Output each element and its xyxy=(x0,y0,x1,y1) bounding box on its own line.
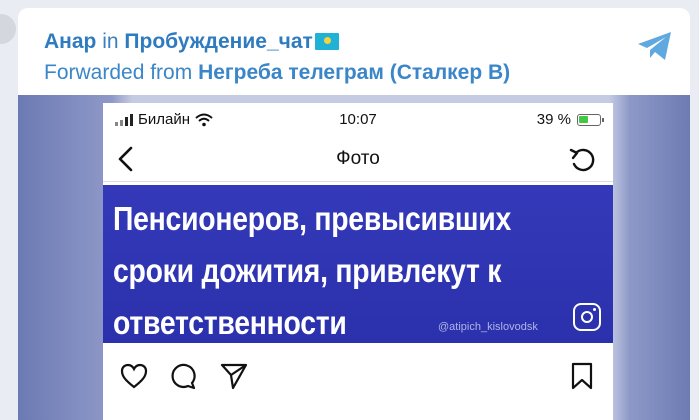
message-card: Анар in Пробуждение_чат Forwarded from Н… xyxy=(18,8,690,420)
instagram-icon xyxy=(573,303,601,331)
message-photo[interactable]: Билайн 10:07 39 % Фото Пенсионеров, прев… xyxy=(18,95,690,420)
sender-avatar[interactable] xyxy=(0,14,16,44)
status-bar: Билайн 10:07 39 % xyxy=(103,109,613,131)
battery-icon xyxy=(577,113,604,126)
battery-percent: 39 % xyxy=(536,111,571,128)
phone-screenshot: Билайн 10:07 39 % Фото Пенсионеров, прев… xyxy=(103,103,613,420)
telegram-share-icon[interactable] xyxy=(636,30,674,62)
heart-icon[interactable] xyxy=(119,361,149,391)
bookmark-icon[interactable] xyxy=(567,361,597,391)
forwarded-line: Forwarded from Негреба телеграм (Сталкер… xyxy=(44,58,620,88)
comment-icon[interactable] xyxy=(169,361,199,391)
headline-line-1: Пенсионеров, превысивших xyxy=(113,200,512,237)
nav-title: Фото xyxy=(336,148,380,169)
forwarded-label: Forwarded from xyxy=(44,61,193,84)
message-header: Анар in Пробуждение_чат Forwarded from Н… xyxy=(44,28,620,88)
refresh-icon[interactable] xyxy=(567,144,599,176)
forwarded-source-link[interactable]: Негреба телеграм (Сталкер В) xyxy=(198,61,510,84)
news-banner: Пенсионеров, превысивших сроки дожития, … xyxy=(103,185,613,343)
headline-line-2: сроки дожития, привлекут к xyxy=(113,252,502,289)
send-icon[interactable] xyxy=(219,361,249,391)
in-label: in xyxy=(102,30,119,53)
kazakhstan-flag-icon xyxy=(314,33,339,50)
battery-group: 39 % xyxy=(536,111,604,128)
sender-name[interactable]: Анар xyxy=(44,30,96,53)
watermark-handle: @atipich_kislovodsk xyxy=(438,321,538,333)
chat-name[interactable]: Пробуждение_чат xyxy=(124,30,312,53)
sender-line: Анар in Пробуждение_чат xyxy=(44,28,620,56)
photo-navbar: Фото xyxy=(103,136,613,182)
post-actions xyxy=(119,361,597,393)
